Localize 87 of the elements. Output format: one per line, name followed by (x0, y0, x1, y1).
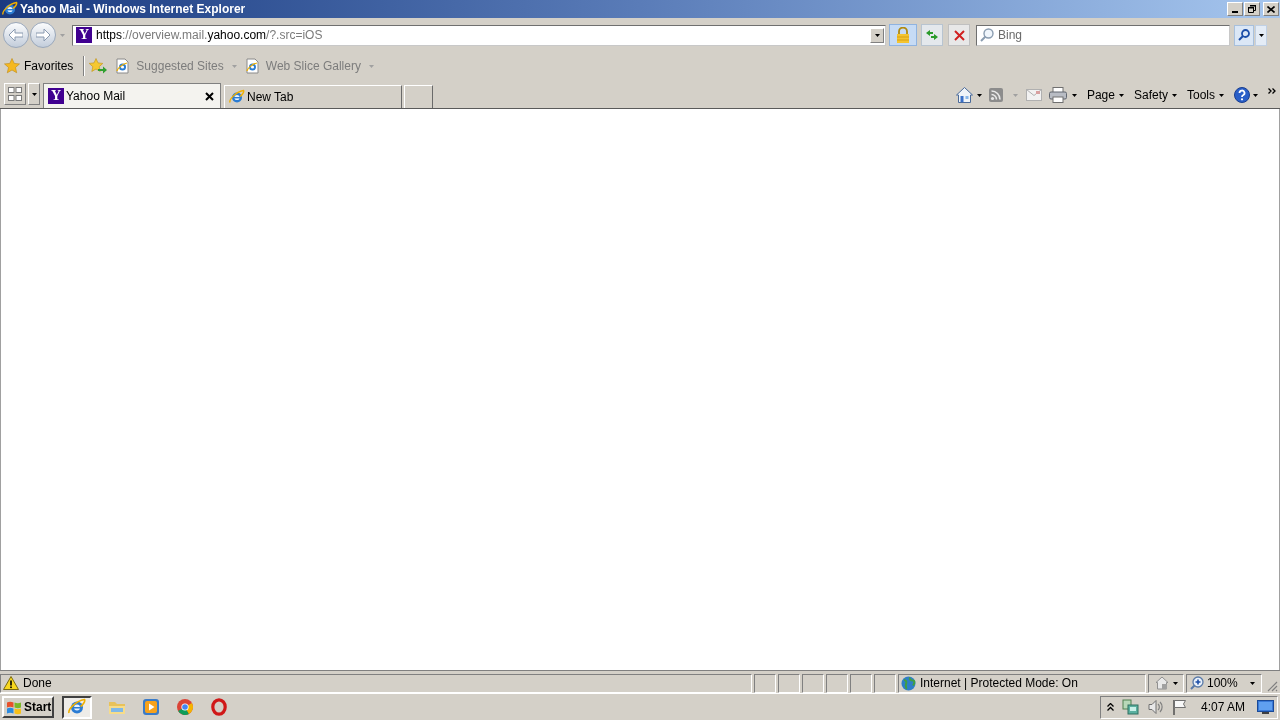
printer-icon[interactable] (1048, 87, 1067, 103)
start-button[interactable]: Start (2, 696, 54, 718)
restore-button[interactable] (1244, 2, 1260, 16)
refresh-button[interactable] (921, 24, 943, 46)
caret-icon (874, 33, 880, 37)
caret-icon (368, 64, 374, 68)
browser-icon (2, 1, 18, 17)
close-button[interactable] (1263, 2, 1279, 16)
caret-icon (1118, 93, 1124, 97)
zone-text: Internet | Protected Mode: On (920, 675, 1078, 692)
minimize-icon (1232, 11, 1238, 13)
search-icon (980, 27, 994, 42)
grid-icon (8, 87, 22, 101)
home-icon[interactable] (955, 87, 973, 103)
zoom-button[interactable]: 100% (1186, 673, 1262, 693)
search-icon (1238, 29, 1250, 41)
close-icon (953, 29, 965, 41)
search-button[interactable] (1234, 24, 1254, 46)
resize-grip-icon[interactable] (1267, 681, 1278, 692)
protected-mode-button[interactable] (1148, 673, 1184, 693)
status-text: Done (23, 675, 52, 692)
search-options-button[interactable] (1255, 24, 1267, 46)
star-icon (4, 58, 20, 74)
status-pane (874, 673, 896, 693)
status-pane (754, 673, 776, 693)
ball-icon[interactable] (176, 698, 194, 716)
stop-button[interactable] (948, 24, 970, 46)
clock[interactable]: 4:07 AM (1200, 698, 1245, 716)
search-field[interactable]: Bing (976, 24, 1230, 46)
caret-icon (231, 64, 237, 68)
close-icon[interactable] (205, 91, 214, 101)
page-icon (243, 58, 260, 74)
play-icon[interactable] (142, 698, 160, 716)
quick-tabs-button[interactable] (4, 83, 26, 105)
caret-icon (1250, 681, 1255, 685)
browser-tab[interactable]: New Tab (224, 85, 402, 108)
warning-icon (3, 676, 19, 690)
minimize-button[interactable] (1227, 2, 1243, 16)
house-lock-icon (1154, 676, 1169, 690)
chevron-up-icon[interactable] (1106, 703, 1114, 711)
arrow-left-icon (9, 29, 23, 41)
taskbar-button[interactable] (62, 695, 92, 719)
browser-icon (68, 698, 86, 716)
url-text: https://overview.mail.yahoo.com/?.src=iOS (96, 27, 323, 44)
new-tab-button[interactable] (404, 85, 433, 108)
ring-icon[interactable] (210, 698, 228, 716)
network-icon[interactable] (1121, 699, 1140, 715)
caret-icon (1172, 681, 1178, 685)
close-icon (1267, 5, 1275, 13)
command-menu[interactable]: Page (1086, 86, 1124, 104)
lock-icon (896, 27, 910, 43)
favicon: Y (76, 27, 92, 43)
caret-icon (1219, 93, 1224, 97)
tab-title: New Tab (247, 89, 294, 106)
status-pane (850, 673, 872, 693)
flag-icon[interactable] (1171, 699, 1187, 715)
speaker-icon[interactable] (1147, 699, 1164, 715)
tab-title: Yahoo Mail (66, 88, 126, 105)
browser-tab[interactable]: Y Yahoo Mail (43, 83, 221, 108)
caret-icon (31, 92, 37, 96)
refresh-icon (925, 29, 939, 41)
windows-flag-icon (6, 699, 22, 715)
caret-icon[interactable] (1253, 93, 1258, 97)
status-pane (826, 673, 848, 693)
favicon: Y (48, 88, 64, 104)
chevron-icon[interactable] (1268, 88, 1276, 94)
browser-icon (229, 89, 245, 105)
command-menu[interactable]: Tools (1187, 86, 1224, 104)
zoom-in-icon (1190, 676, 1204, 690)
command-menu[interactable]: Safety (1133, 86, 1177, 104)
window-title: Yahoo Mail - Windows Internet Explorer (20, 1, 246, 17)
caret-icon (1258, 33, 1264, 37)
show-desktop-icon[interactable] (1257, 700, 1274, 714)
caret-icon[interactable] (1071, 93, 1077, 97)
caret-icon[interactable] (976, 93, 982, 97)
caret-icon (1172, 93, 1177, 97)
tab-list-button[interactable] (28, 83, 40, 105)
globe-icon (901, 675, 916, 691)
page-icon (114, 58, 131, 74)
restore-icon (1248, 5, 1256, 13)
dropdown-button[interactable] (870, 27, 884, 43)
status-pane (802, 673, 824, 693)
status-pane (778, 673, 800, 693)
help-icon[interactable] (1234, 87, 1250, 103)
favorites-button[interactable]: Favorites (4, 56, 74, 76)
arrow-right-icon (36, 29, 50, 41)
address-field[interactable]: Y https://overview.mail.yahoo.com/?.src=iOS (72, 24, 886, 46)
